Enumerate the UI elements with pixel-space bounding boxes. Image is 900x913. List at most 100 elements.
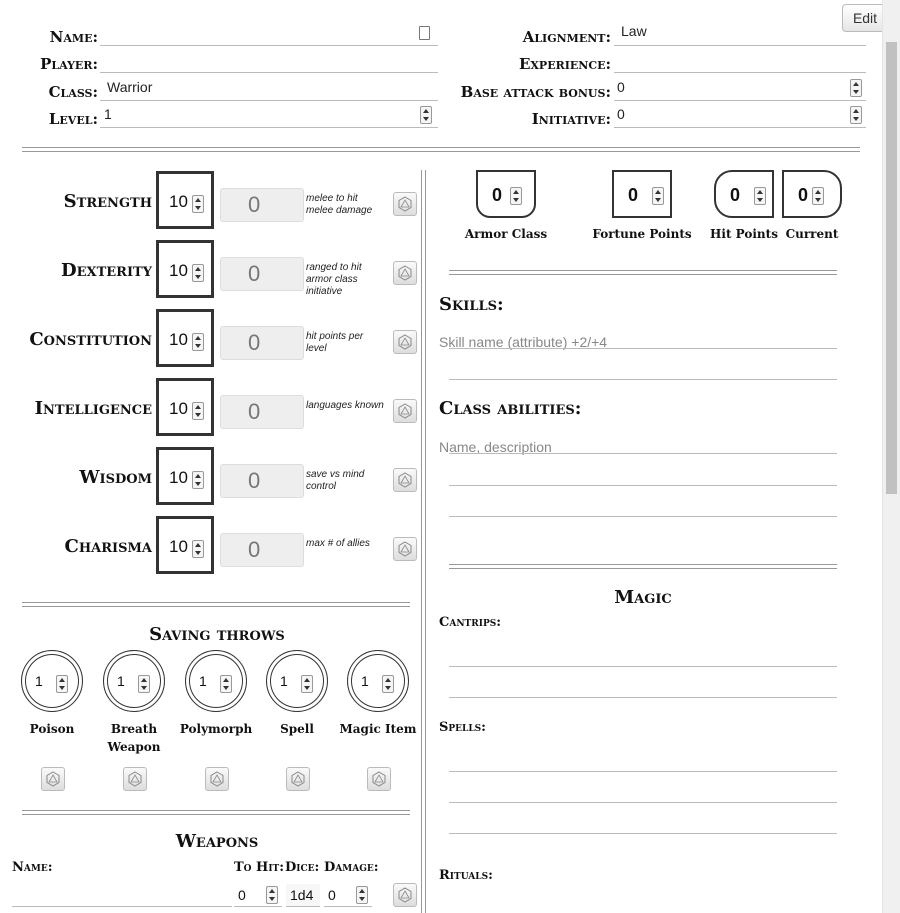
attr-score-value: 10 xyxy=(169,330,188,349)
weapon-damage-spinner[interactable] xyxy=(356,886,368,904)
bab-field[interactable]: 0 xyxy=(614,76,866,101)
save-spinner[interactable] xyxy=(382,675,394,693)
attr-note-intelligence: languages known xyxy=(306,400,384,411)
current-hp-box[interactable]: 0 xyxy=(782,170,842,218)
column-divider xyxy=(421,170,426,913)
armor-class-spinner[interactable] xyxy=(510,187,522,205)
name-field[interactable] xyxy=(100,21,438,46)
save-spinner[interactable] xyxy=(138,675,150,693)
abilities-line-1 xyxy=(449,453,837,454)
save-spinner[interactable] xyxy=(301,675,313,693)
contact-card-icon[interactable] xyxy=(419,26,430,40)
weapon-tohit-header: To Hit: xyxy=(234,860,285,875)
attr-score-spinner[interactable] xyxy=(192,264,204,282)
weapon-tohit-value: 0 xyxy=(238,887,246,903)
attr-score-charisma[interactable]: 10 xyxy=(156,516,214,574)
attr-score-spinner[interactable] xyxy=(192,540,204,558)
save-roll-button-polymorph[interactable] xyxy=(205,767,229,791)
attr-score-value: 10 xyxy=(169,468,188,487)
save-spinner[interactable] xyxy=(56,675,68,693)
fortune-points-spinner[interactable] xyxy=(652,187,664,205)
attr-mod-constitution: 0 xyxy=(220,326,304,360)
attr-name-dexterity: Dexterity xyxy=(60,260,152,281)
attr-name-wisdom: Wisdom xyxy=(79,467,152,488)
experience-field[interactable] xyxy=(614,48,866,73)
skills-title: Skills: xyxy=(439,294,504,315)
attr-score-strength[interactable]: 10 xyxy=(156,171,214,229)
hit-points-spinner[interactable] xyxy=(754,187,766,205)
weapon-tohit-spinner[interactable] xyxy=(266,886,278,904)
save-roll-button-spell[interactable] xyxy=(286,767,310,791)
current-hp-spinner[interactable] xyxy=(812,187,824,205)
weapon-dice-input[interactable]: 1d4 xyxy=(286,884,320,907)
player-field[interactable] xyxy=(100,48,438,73)
save-input-magic-item[interactable]: 1 xyxy=(347,650,409,712)
save-roll-button-magic-item[interactable] xyxy=(367,767,391,791)
scrollbar-thumb[interactable] xyxy=(886,42,897,494)
attr-roll-button-dexterity[interactable] xyxy=(393,261,417,285)
save-value: 1 xyxy=(117,673,125,689)
attr-roll-button-intelligence[interactable] xyxy=(393,399,417,423)
d20-icon xyxy=(398,887,412,903)
attr-score-spinner[interactable] xyxy=(192,471,204,489)
attr-roll-button-constitution[interactable] xyxy=(393,330,417,354)
attr-mod-intelligence: 0 xyxy=(220,395,304,429)
attr-roll-button-charisma[interactable] xyxy=(393,537,417,561)
hit-points-box[interactable]: 0 xyxy=(714,170,774,218)
hit-points-value: 0 xyxy=(730,185,741,205)
d20-icon xyxy=(398,403,412,419)
save-roll-button-poison[interactable] xyxy=(41,767,65,791)
save-value: 1 xyxy=(35,673,43,689)
alignment-field[interactable]: Law xyxy=(614,21,866,46)
bab-value: 0 xyxy=(617,79,625,95)
attr-score-spinner[interactable] xyxy=(192,402,204,420)
level-spinner[interactable] xyxy=(420,106,432,124)
class-abilities-title: Class abilities: xyxy=(439,398,582,419)
class-field[interactable]: Warrior xyxy=(100,76,438,101)
attr-note-constitution: hit points per level xyxy=(306,331,364,354)
save-spinner[interactable] xyxy=(220,675,232,693)
save-input-breath-weapon[interactable]: 1 xyxy=(103,650,165,712)
bab-spinner[interactable] xyxy=(850,79,862,97)
weapon-roll-button[interactable] xyxy=(393,883,417,907)
attr-score-intelligence[interactable]: 10 xyxy=(156,378,214,436)
save-input-polymorph[interactable]: 1 xyxy=(185,650,247,712)
attr-score-dexterity[interactable]: 10 xyxy=(156,240,214,298)
save-label-spell: Spell xyxy=(280,722,314,736)
d20-icon xyxy=(210,771,224,787)
d20-icon xyxy=(291,771,305,787)
attr-score-constitution[interactable]: 10 xyxy=(156,309,214,367)
attr-score-spinner[interactable] xyxy=(192,195,204,213)
attr-name-intelligence: Intelligence xyxy=(34,398,152,419)
weapon-damage-input[interactable]: 0 xyxy=(324,884,372,907)
initiative-spinner[interactable] xyxy=(850,106,862,124)
initiative-field[interactable]: 0 xyxy=(614,103,866,128)
attr-roll-button-wisdom[interactable] xyxy=(393,468,417,492)
level-field[interactable]: 1 xyxy=(100,103,438,128)
save-value: 1 xyxy=(361,673,369,689)
attr-mod-charisma: 0 xyxy=(220,533,304,567)
save-input-poison[interactable]: 1 xyxy=(21,650,83,712)
current-hp-label: Current xyxy=(785,227,839,241)
saves-divider xyxy=(22,810,410,815)
attr-note-charisma: max # of allies xyxy=(306,538,370,549)
attr-score-value: 10 xyxy=(169,261,188,280)
armor-class-box[interactable]: 0 xyxy=(476,170,536,218)
weapon-tohit-input[interactable]: 0 xyxy=(234,884,282,907)
fortune-points-box[interactable]: 0 xyxy=(612,170,672,218)
attr-roll-button-strength[interactable] xyxy=(393,192,417,216)
cantrips-line-1 xyxy=(449,666,837,667)
d20-icon xyxy=(398,541,412,557)
save-roll-button-breath-weapon[interactable] xyxy=(123,767,147,791)
class-value: Warrior xyxy=(107,79,153,95)
save-value: 1 xyxy=(280,673,288,689)
weapon-name-input[interactable] xyxy=(12,884,232,907)
weapon-dice-value: 1d4 xyxy=(290,887,314,903)
attr-score-spinner[interactable] xyxy=(192,333,204,351)
save-label-poison: Poison xyxy=(29,722,75,736)
scrollbar[interactable] xyxy=(882,0,900,913)
attr-score-wisdom[interactable]: 10 xyxy=(156,447,214,505)
name-label: Name: xyxy=(49,28,98,46)
save-input-spell[interactable]: 1 xyxy=(266,650,328,712)
armor-class-value: 0 xyxy=(492,185,503,205)
